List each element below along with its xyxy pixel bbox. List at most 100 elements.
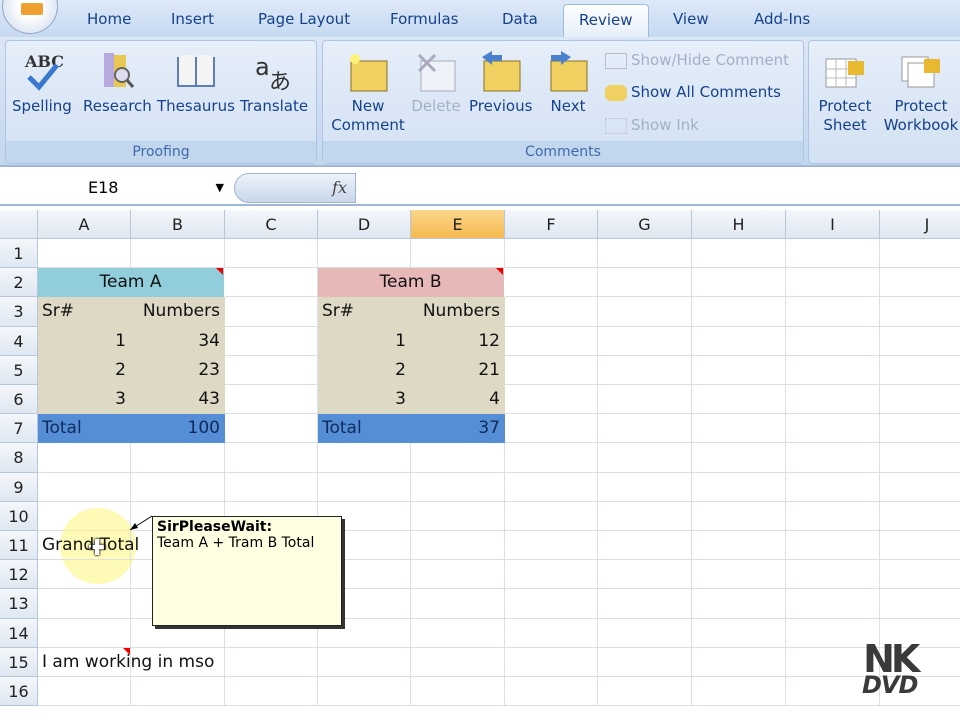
cell-I3[interactable]	[786, 297, 880, 327]
tab-add-ins[interactable]: Add-Ins	[754, 10, 810, 28]
protect-sheet-button[interactable]: Protect Sheet	[815, 49, 875, 135]
cell-D15[interactable]	[318, 647, 411, 677]
cell-I5[interactable]	[786, 355, 880, 385]
cell-C8[interactable]	[225, 443, 318, 473]
spelling-button[interactable]: ABC Spelling	[12, 49, 72, 116]
cell-E12[interactable]	[411, 560, 505, 590]
cell-F3[interactable]	[505, 297, 598, 327]
cell-G13[interactable]	[598, 589, 692, 619]
cell-F6[interactable]	[505, 385, 598, 415]
cell-F7[interactable]	[505, 414, 598, 444]
cell-H9[interactable]	[692, 472, 786, 502]
cell-E8[interactable]	[411, 443, 505, 473]
tab-page-layout[interactable]: Page Layout	[258, 10, 350, 28]
cell-C16[interactable]	[225, 677, 318, 707]
cell-A5[interactable]: 2	[38, 355, 131, 385]
cell-J13[interactable]	[880, 589, 960, 619]
cell-B9[interactable]	[131, 472, 225, 502]
cell-H10[interactable]	[692, 501, 786, 531]
cell-H14[interactable]	[692, 618, 786, 648]
cell-F14[interactable]	[505, 618, 598, 648]
row-header-2[interactable]: 2	[0, 268, 38, 298]
show-all-comments-button[interactable]: Show All Comments	[605, 83, 781, 101]
cell-A1[interactable]	[38, 239, 131, 269]
translate-button[interactable]: aあ Translate	[240, 49, 308, 116]
column-header-B[interactable]: B	[131, 210, 225, 239]
cell-E10[interactable]	[411, 501, 505, 531]
cell-A6[interactable]: 3	[38, 385, 131, 415]
cell-C4[interactable]	[225, 326, 318, 356]
cell-B16[interactable]	[131, 677, 225, 707]
cell-J7[interactable]	[880, 414, 960, 444]
cell-D6[interactable]: 3	[318, 385, 411, 415]
cell-C15[interactable]	[225, 647, 318, 677]
cell-G4[interactable]	[598, 326, 692, 356]
cell-D7[interactable]: Total	[318, 414, 411, 444]
row-header-15[interactable]: 15	[0, 647, 38, 677]
cell-A15[interactable]: I am working in mso	[38, 647, 214, 677]
insert-function-button[interactable]: fx	[234, 173, 356, 203]
row-header-4[interactable]: 4	[0, 326, 38, 356]
cell-H8[interactable]	[692, 443, 786, 473]
cell-A7[interactable]: Total	[38, 414, 131, 444]
delete-comment-button[interactable]: Delete	[411, 49, 461, 116]
previous-comment-button[interactable]: Previous	[469, 49, 532, 116]
cell-G16[interactable]	[598, 677, 692, 707]
cell-D16[interactable]	[318, 677, 411, 707]
cell-F5[interactable]	[505, 355, 598, 385]
cell-G5[interactable]	[598, 355, 692, 385]
tab-formulas[interactable]: Formulas	[390, 10, 458, 28]
protect-workbook-button[interactable]: Protect Workbook	[879, 49, 960, 135]
column-header-E[interactable]: E	[411, 210, 505, 239]
name-box[interactable]: E18 ▼	[2, 173, 230, 203]
cell-E3[interactable]: Numbers	[411, 297, 505, 327]
cell-B4[interactable]: 34	[131, 326, 225, 356]
cell-I9[interactable]	[786, 472, 880, 502]
cell-F9[interactable]	[505, 472, 598, 502]
cell-A8[interactable]	[38, 443, 131, 473]
cell-E16[interactable]	[411, 677, 505, 707]
cell-J6[interactable]	[880, 385, 960, 415]
cell-I6[interactable]	[786, 385, 880, 415]
cell-G2[interactable]	[598, 268, 692, 298]
row-header-3[interactable]: 3	[0, 297, 38, 327]
cell-G8[interactable]	[598, 443, 692, 473]
cell-F16[interactable]	[505, 677, 598, 707]
row-header-5[interactable]: 5	[0, 355, 38, 385]
cell-H7[interactable]	[692, 414, 786, 444]
cell-F4[interactable]	[505, 326, 598, 356]
cell-G6[interactable]	[598, 385, 692, 415]
research-button[interactable]: Research	[83, 49, 152, 116]
cell-D1[interactable]	[318, 239, 411, 269]
cell-I11[interactable]	[786, 531, 880, 561]
cell-G10[interactable]	[598, 501, 692, 531]
row-header-12[interactable]: 12	[0, 560, 38, 590]
row-header-7[interactable]: 7	[0, 414, 38, 444]
cell-J1[interactable]	[880, 239, 960, 269]
cell-F10[interactable]	[505, 501, 598, 531]
cell-H13[interactable]	[692, 589, 786, 619]
cell-G11[interactable]	[598, 531, 692, 561]
cell-B6[interactable]: 43	[131, 385, 225, 415]
cell-A4[interactable]: 1	[38, 326, 131, 356]
cell-H5[interactable]	[692, 355, 786, 385]
tab-view[interactable]: View	[673, 10, 709, 28]
cell-I8[interactable]	[786, 443, 880, 473]
cell-I1[interactable]	[786, 239, 880, 269]
cell-J12[interactable]	[880, 560, 960, 590]
cell-G1[interactable]	[598, 239, 692, 269]
cell-comment[interactable]: SirPleaseWait: Team A + Tram B Total	[152, 516, 342, 626]
cell-J8[interactable]	[880, 443, 960, 473]
cell-J4[interactable]	[880, 327, 960, 356]
cell-I12[interactable]	[786, 560, 880, 590]
cell-J11[interactable]	[880, 531, 960, 561]
tab-review[interactable]: Review	[563, 4, 649, 40]
cell-H11[interactable]	[692, 531, 786, 561]
cell-A14[interactable]	[38, 618, 131, 648]
cell-E6[interactable]: 4	[411, 385, 505, 415]
cell-H4[interactable]	[692, 326, 786, 356]
row-header-1[interactable]: 1	[0, 239, 38, 269]
next-comment-button[interactable]: Next	[547, 49, 589, 116]
cell-C3[interactable]	[225, 297, 318, 327]
row-header-13[interactable]: 13	[0, 589, 38, 619]
